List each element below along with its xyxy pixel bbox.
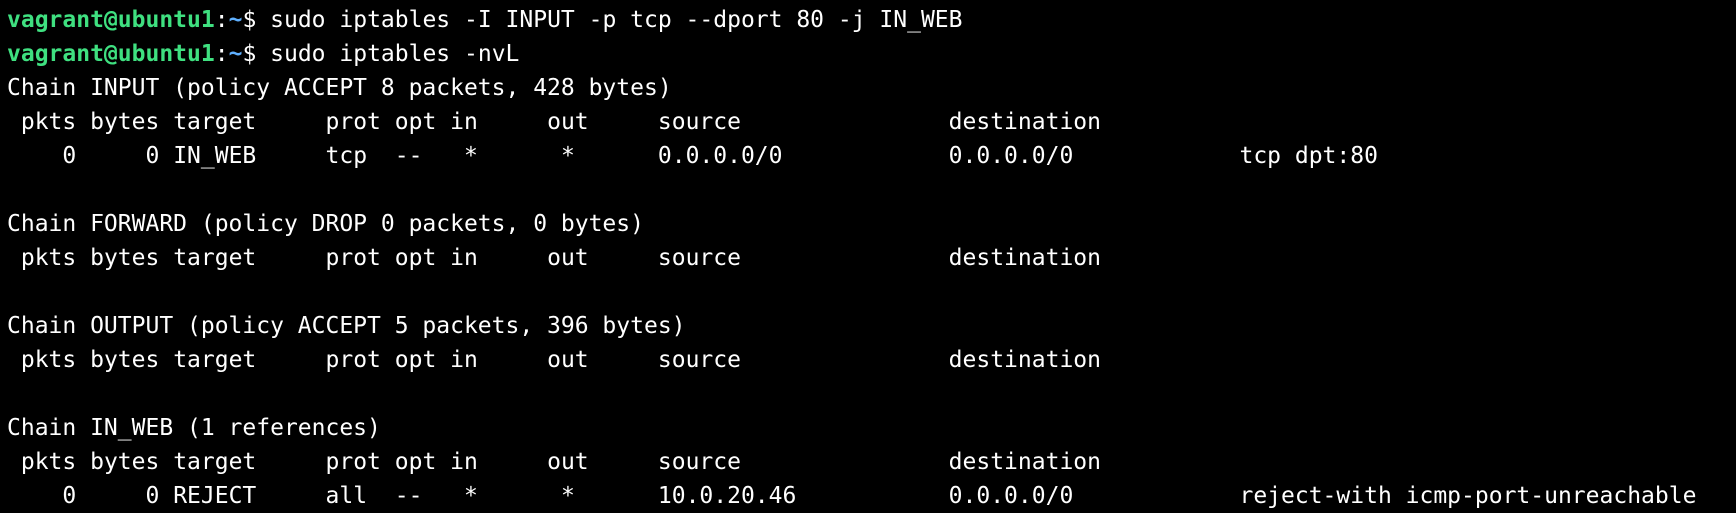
- command-line: vagrant@ubuntu1:~$ sudo iptables -I INPU…: [7, 3, 1736, 37]
- column-header-pkts: pkts: [7, 347, 77, 373]
- column-header-bytes: bytes: [76, 245, 160, 271]
- rule-cell-target: IN_WEB: [159, 143, 326, 169]
- chain-title-text: Chain OUTPUT (policy ACCEPT 5 packets, 3…: [7, 313, 686, 339]
- column-header-in: in: [450, 109, 548, 135]
- command-text[interactable]: sudo iptables -nvL: [270, 41, 519, 67]
- prompt-colon: :: [214, 7, 229, 33]
- prompt-symbol: $: [242, 41, 271, 67]
- column-header-prot: prot: [325, 245, 395, 271]
- rule-cell-destination: 0.0.0.0/0: [948, 483, 1240, 509]
- column-header-out: out: [547, 347, 658, 373]
- column-header-prot: prot: [325, 347, 395, 373]
- rule-cell-bytes: 0: [76, 483, 160, 509]
- rule-cell-bytes: 0: [76, 143, 160, 169]
- rule-cell-opt: --: [394, 483, 451, 509]
- rule-cell-prot: tcp: [325, 143, 395, 169]
- rule-cell-prot: all: [325, 483, 395, 509]
- rule-row: 0 0 REJECT all -- * * 10.0.20.46 0.0.0.0…: [7, 479, 1736, 513]
- rule-cell-pkts: 0: [7, 143, 77, 169]
- column-header-prot: prot: [325, 449, 395, 475]
- terminal-output: vagrant@ubuntu1:~$ sudo iptables -I INPU…: [7, 3, 1736, 513]
- column-header-opt: opt: [394, 245, 451, 271]
- column-header-source: source: [657, 449, 949, 475]
- prompt-colon: :: [214, 41, 229, 67]
- rule-cell-source: 10.0.20.46: [657, 483, 949, 509]
- chain-title-text: Chain IN_WEB (1 references): [7, 415, 381, 441]
- chain-title-text: Chain INPUT (policy ACCEPT 8 packets, 42…: [7, 75, 672, 101]
- rule-cell-extra: reject-with icmp-port-unreachable: [1239, 483, 1697, 509]
- chain-title: Chain OUTPUT (policy ACCEPT 5 packets, 3…: [7, 309, 1736, 343]
- command-line: vagrant@ubuntu1:~$ sudo iptables -nvL: [7, 37, 1736, 71]
- column-header-pkts: pkts: [7, 245, 77, 271]
- column-header-out: out: [547, 245, 658, 271]
- column-header-destination: destination: [948, 245, 1101, 271]
- prompt-path: ~: [228, 41, 243, 67]
- prompt-user-host: vagrant@ubuntu1: [7, 41, 215, 67]
- column-header-target: target: [159, 245, 326, 271]
- rule-cell-out: *: [547, 143, 658, 169]
- column-header-opt: opt: [394, 109, 451, 135]
- prompt-path: ~: [228, 7, 243, 33]
- chain-table-header: pkts bytes target prot opt in out source…: [7, 241, 1736, 275]
- chain-table-header: pkts bytes target prot opt in out source…: [7, 445, 1736, 479]
- terminal-window[interactable]: vagrant@ubuntu1:~$ sudo iptables -I INPU…: [0, 0, 1736, 512]
- column-header-destination: destination: [948, 449, 1101, 475]
- column-header-out: out: [547, 449, 658, 475]
- column-header-source: source: [657, 109, 949, 135]
- column-header-destination: destination: [948, 347, 1101, 373]
- column-header-source: source: [657, 347, 949, 373]
- column-header-in: in: [450, 347, 548, 373]
- chain-title: Chain INPUT (policy ACCEPT 8 packets, 42…: [7, 71, 1736, 105]
- column-header-destination: destination: [948, 109, 1101, 135]
- column-header-source: source: [657, 245, 949, 271]
- rule-cell-source: 0.0.0.0/0: [657, 143, 949, 169]
- rule-cell-out: *: [547, 483, 658, 509]
- column-header-prot: prot: [325, 109, 395, 135]
- column-header-opt: opt: [394, 449, 451, 475]
- column-header-bytes: bytes: [76, 109, 160, 135]
- column-header-target: target: [159, 347, 326, 373]
- column-header-bytes: bytes: [76, 347, 160, 373]
- chain-title: Chain IN_WEB (1 references): [7, 411, 1736, 445]
- column-header-pkts: pkts: [7, 449, 77, 475]
- column-header-target: target: [159, 449, 326, 475]
- rule-cell-opt: --: [394, 143, 451, 169]
- command-text[interactable]: sudo iptables -I INPUT -p tcp --dport 80…: [270, 7, 962, 33]
- column-header-pkts: pkts: [7, 109, 77, 135]
- rule-cell-target: REJECT: [159, 483, 326, 509]
- prompt-symbol: $: [242, 7, 271, 33]
- rule-cell-extra: tcp dpt:80: [1239, 143, 1378, 169]
- rule-row: 0 0 IN_WEB tcp -- * * 0.0.0.0/0 0.0.0.0/…: [7, 139, 1736, 173]
- column-header-in: in: [450, 449, 548, 475]
- column-header-opt: opt: [394, 347, 451, 373]
- chain-table-header: pkts bytes target prot opt in out source…: [7, 343, 1736, 377]
- column-header-in: in: [450, 245, 548, 271]
- chain-table-header: pkts bytes target prot opt in out source…: [7, 105, 1736, 139]
- chain-title-text: Chain FORWARD (policy DROP 0 packets, 0 …: [7, 211, 644, 237]
- chain-title: Chain FORWARD (policy DROP 0 packets, 0 …: [7, 207, 1736, 241]
- column-header-target: target: [159, 109, 326, 135]
- column-header-bytes: bytes: [76, 449, 160, 475]
- rule-cell-in: *: [450, 143, 548, 169]
- column-header-out: out: [547, 109, 658, 135]
- prompt-user-host: vagrant@ubuntu1: [7, 7, 215, 33]
- rule-cell-in: *: [450, 483, 548, 509]
- rule-cell-destination: 0.0.0.0/0: [948, 143, 1240, 169]
- rule-cell-pkts: 0: [7, 483, 77, 509]
